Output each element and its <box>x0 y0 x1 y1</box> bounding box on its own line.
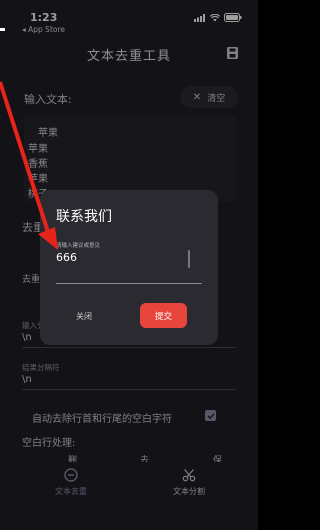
edge-marker <box>0 28 5 31</box>
annotation-arrow-icon <box>0 81 58 250</box>
app-screen: 1:23 ◂ App Store 文本去重工具 输入文本: ✕ 清空 苹果 苹果… <box>0 0 258 530</box>
